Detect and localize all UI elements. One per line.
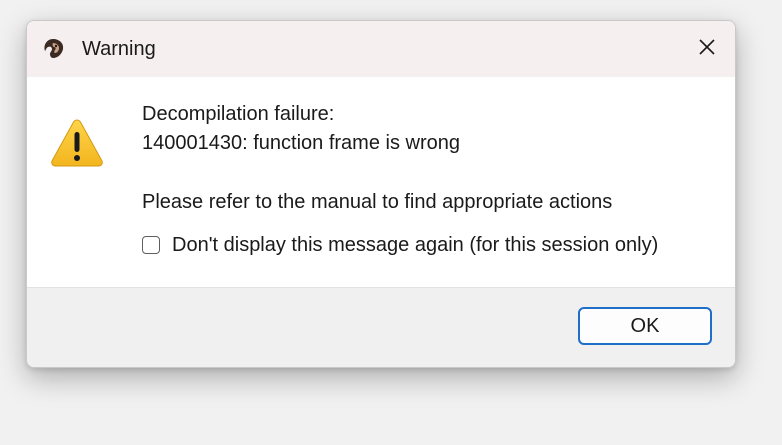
checkbox-label[interactable]: Don't display this message again (for th… — [172, 232, 658, 258]
title-bar: Warning — [27, 21, 735, 77]
message-detail: 140001430: function frame is wrong — [142, 132, 460, 154]
message-area: Decompilation failure: 140001430: functi… — [27, 77, 735, 287]
ok-button[interactable]: OK — [578, 307, 712, 345]
close-button[interactable] — [679, 21, 735, 73]
message-title: Decompilation failure: — [142, 103, 335, 125]
dont-show-again-checkbox[interactable]: Don't display this message again (for th… — [142, 232, 658, 258]
close-icon — [699, 39, 715, 55]
checkbox-box[interactable] — [142, 236, 160, 254]
app-icon — [41, 37, 67, 61]
window-title: Warning — [82, 38, 156, 60]
message-hint: Please refer to the manual to find appro… — [142, 191, 613, 213]
warning-icon — [49, 117, 105, 169]
button-bar: OK — [27, 287, 735, 367]
warning-dialog: Warning Decompilation failure: 140001430… — [26, 20, 736, 368]
